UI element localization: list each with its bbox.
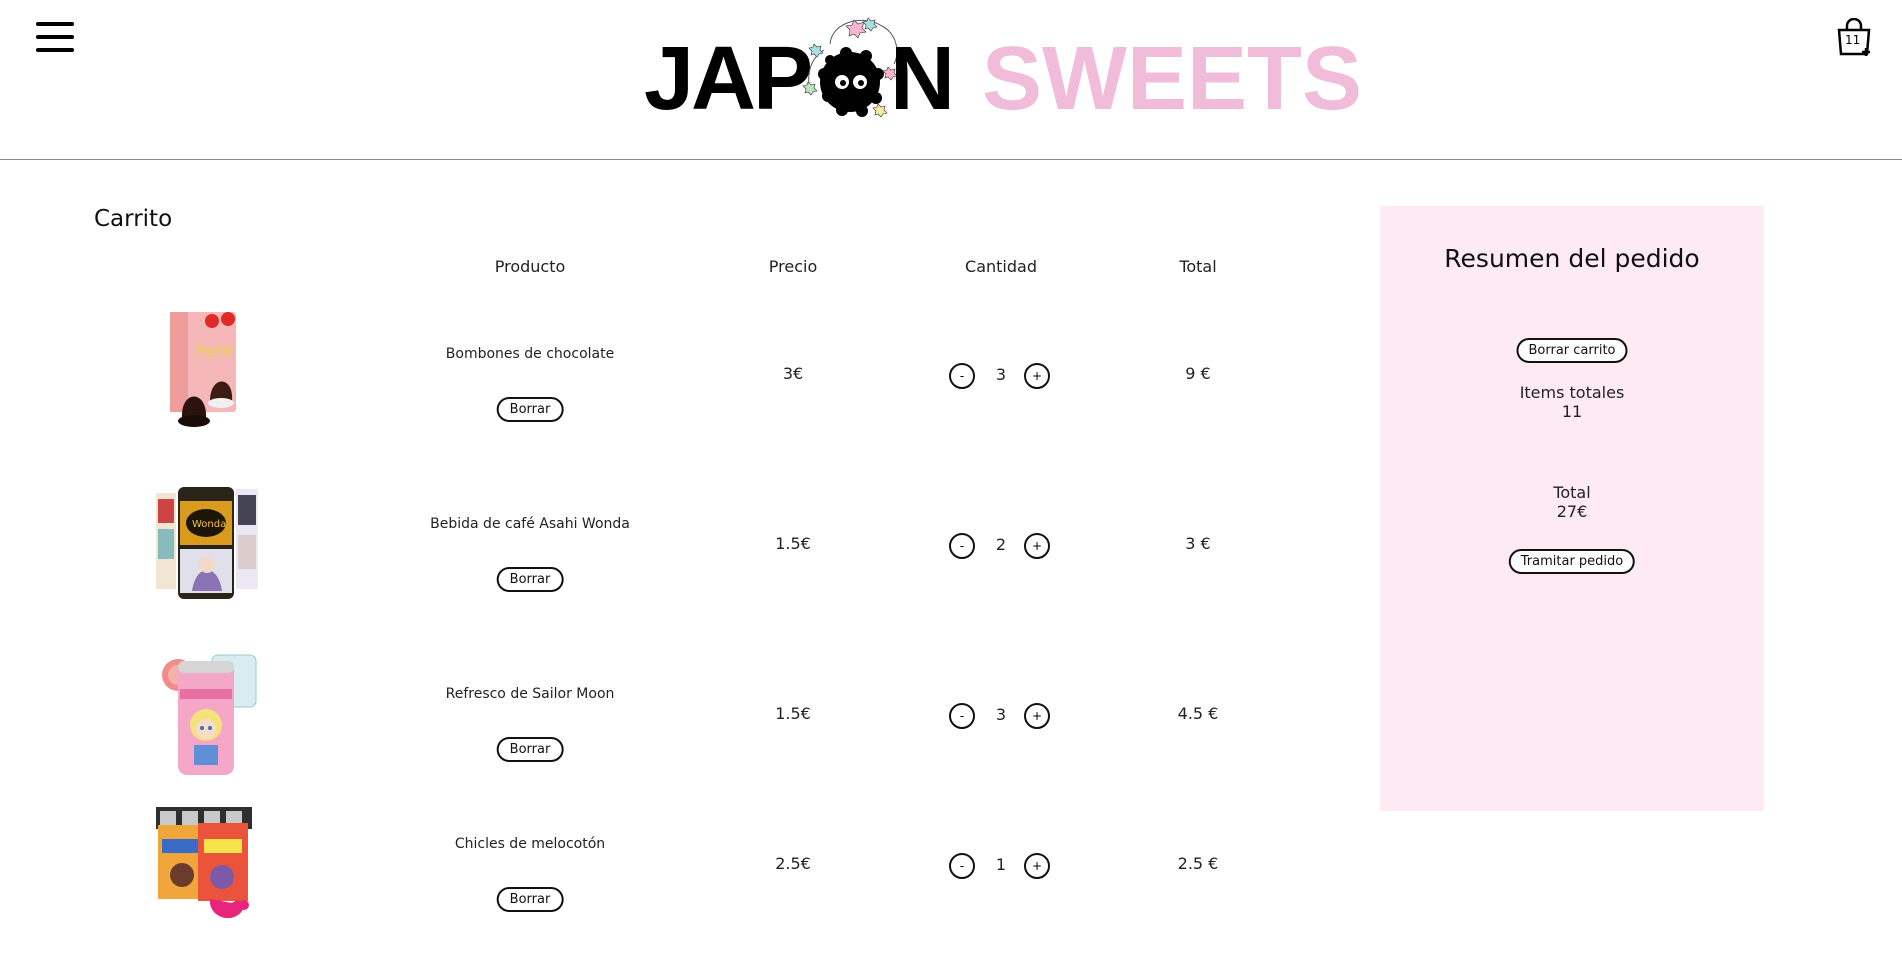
quantity-value: 3: [995, 705, 1007, 724]
delete-item-button[interactable]: Borrar: [496, 887, 564, 912]
quantity-value: 3: [995, 365, 1007, 384]
product-name: Chicles de melocotón: [454, 836, 606, 852]
logo-text-n: N: [890, 29, 955, 129]
decrease-quantity-button[interactable]: -: [949, 533, 975, 559]
total-items-label: Items totales: [1519, 383, 1625, 402]
item-price: 1.5€: [775, 534, 811, 553]
soot-sprite-logo-icon: [802, 17, 898, 118]
checkout-button[interactable]: Tramitar pedido: [1508, 549, 1636, 574]
quantity-value: 2: [995, 535, 1007, 554]
item-price: 2.5€: [775, 854, 811, 873]
cart-row: Wonda Bebida de café Asahi Wonda Borrar …: [0, 479, 1330, 649]
row-total: 2.5 €: [1177, 854, 1219, 873]
row-total: 3 €: [1185, 534, 1211, 553]
svg-text:Wonda: Wonda: [192, 519, 226, 530]
summary-title: Resumen del pedido: [1444, 244, 1700, 273]
logo-text-sweets: SWEETS: [982, 29, 1363, 129]
product-name: Refresco de Sailor Moon: [445, 686, 615, 702]
row-total: 9 €: [1185, 364, 1211, 383]
column-header-price: Precio: [768, 257, 818, 276]
order-summary-panel: Resumen del pedido Borrar carrito Items …: [1380, 206, 1764, 811]
decrease-quantity-button[interactable]: -: [949, 363, 975, 389]
cart-count-badge: 11: [1845, 33, 1861, 47]
column-header-total: Total: [1179, 257, 1217, 276]
decrease-quantity-button[interactable]: -: [949, 853, 975, 879]
column-header-quantity: Cantidad: [965, 257, 1037, 276]
total-items-value: 11: [1561, 402, 1583, 421]
product-name: Bebida de café Asahi Wonda: [430, 516, 630, 532]
column-header-product: Producto: [494, 257, 566, 276]
quantity-value: 1: [995, 855, 1007, 874]
product-name: Bombones de chocolate: [445, 346, 615, 362]
site-logo[interactable]: JAP N SWEETS: [644, 12, 1362, 129]
order-total-label: Total: [1553, 483, 1591, 502]
increase-quantity-button[interactable]: +: [1024, 533, 1050, 559]
decrease-quantity-button[interactable]: -: [949, 703, 975, 729]
product-image[interactable]: Wonda: [152, 479, 262, 609]
row-total: 4.5 €: [1177, 704, 1219, 723]
clear-cart-button[interactable]: Borrar carrito: [1516, 338, 1628, 363]
cart-row: Chicles de melocotón Borrar 2.5€ - 1 + 2…: [0, 799, 1330, 969]
increase-quantity-button[interactable]: +: [1024, 363, 1050, 389]
cart-row: Petit Bombones de chocolate Borrar 3€ - …: [0, 309, 1330, 479]
delete-item-button[interactable]: Borrar: [496, 397, 564, 422]
logo-text-japan: JAP: [644, 29, 813, 129]
delete-item-button[interactable]: Borrar: [496, 737, 564, 762]
shopping-bag-icon[interactable]: 11: [1836, 17, 1872, 58]
svg-text:Petit: Petit: [196, 342, 233, 361]
increase-quantity-button[interactable]: +: [1024, 703, 1050, 729]
product-image[interactable]: [152, 799, 262, 931]
order-total-value: 27€: [1556, 502, 1588, 521]
product-image[interactable]: Petit: [152, 309, 262, 439]
increase-quantity-button[interactable]: +: [1024, 853, 1050, 879]
product-image[interactable]: [152, 649, 262, 779]
item-price: 1.5€: [775, 704, 811, 723]
site-header: JAP N SWEETS 11: [0, 0, 1902, 160]
item-price: 3€: [782, 364, 804, 383]
page-title: Carrito: [94, 206, 173, 232]
hamburger-menu-icon[interactable]: [36, 22, 74, 52]
cart-row: Refresco de Sailor Moon Borrar 1.5€ - 3 …: [0, 649, 1330, 819]
delete-item-button[interactable]: Borrar: [496, 567, 564, 592]
